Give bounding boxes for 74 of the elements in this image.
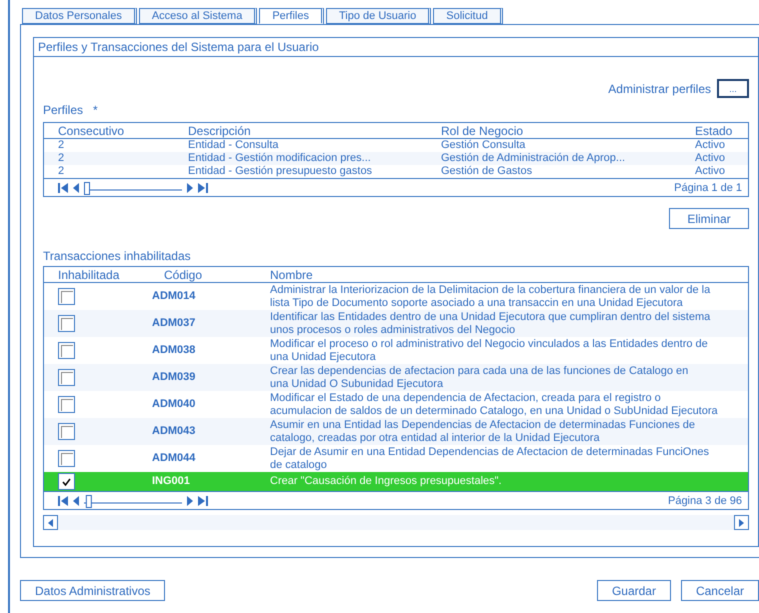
column-header: Nombre xyxy=(256,267,748,282)
table-cell: Crear "Causación de Ingresos presupuestales". xyxy=(256,472,748,491)
column-header: Estado xyxy=(681,123,748,138)
table-cell: Activo xyxy=(681,165,748,178)
page-indicator: Página 3 de 96 xyxy=(668,494,742,506)
table-cell: ADM039 xyxy=(150,364,256,391)
table-cell: ADM040 xyxy=(150,391,256,418)
admin-data-button[interactable]: Datos Administrativos xyxy=(20,580,166,601)
tab[interactable]: Acceso al Sistema xyxy=(138,8,258,24)
table-cell: Gestión de Administración de Aprop... xyxy=(427,152,681,165)
manage-profiles-button[interactable]: ... xyxy=(717,79,749,98)
tab[interactable]: Datos Personales xyxy=(22,8,137,24)
tab[interactable]: Tipo de Usuario xyxy=(326,8,432,24)
table-cell: ING001 xyxy=(150,472,256,491)
table-cell: Modificar el proceso o rol administrativo del Negocio vinculados a las Entidades dentro de una Unidad Ejecutora xyxy=(256,337,748,364)
checkbox[interactable] xyxy=(58,423,75,440)
delete-button[interactable]: Eliminar xyxy=(669,208,749,229)
table-cell: Gestión de Gastos xyxy=(427,165,681,178)
table-cell: ADM038 xyxy=(150,337,256,364)
checkbox[interactable] xyxy=(58,450,75,467)
table-cell: Entidad - Consulta xyxy=(174,138,427,152)
section-title: Perfiles y Transacciones del Sistema para el Usuario xyxy=(34,38,758,57)
table-cell: ADM037 xyxy=(150,310,256,337)
tab[interactable]: Perfiles xyxy=(259,8,324,24)
table-cell: Crear las dependencias de afectacion para cada una de las funciones de Catalogo en una Unidad O Subunidad Ejecutora xyxy=(256,364,748,391)
column-header: Descripción xyxy=(174,123,427,138)
checkbox[interactable] xyxy=(58,396,75,413)
checkbox[interactable] xyxy=(58,369,75,386)
tab[interactable]: Solicitud xyxy=(433,8,503,24)
checkbox[interactable] xyxy=(58,342,75,359)
footer-button[interactable]: Guardar xyxy=(596,580,671,601)
table-cell: ADM044 xyxy=(150,445,256,472)
manage-profiles-label: Administrar perfiles xyxy=(608,82,711,96)
scroll-right-icon[interactable] xyxy=(739,518,744,526)
page-indicator: Página 1 de 1 xyxy=(674,182,742,194)
table-cell: Asumir en una Entidad las Dependencias de Afectacion de determinadas Funciones de catalogo, creadas por otra entidad al interior de la Unidad Ejecutora xyxy=(256,418,748,445)
table-cell: Modificar el Estado de una dependencia de Afectacion, creada para el registro o acumulacion de saldos de un determinado Catalogo, en una Unidad o SubUnidad Ejecutora xyxy=(256,391,748,418)
scroll-left-icon[interactable] xyxy=(48,518,53,526)
table-cell: Administrar la Interiorizacion de la Delimitacion de la cobertura financiera de un valor de la lista Tipo de Documento soporte asociado a una transaccin en una Unidad Ejecutora xyxy=(256,282,748,310)
previous-page-icon[interactable] xyxy=(73,182,80,192)
table-cell: ADM043 xyxy=(150,418,256,445)
checkbox[interactable] xyxy=(58,288,75,305)
transactions-label: Transacciones inhabilitadas xyxy=(43,249,192,263)
first-page-icon[interactable] xyxy=(58,496,69,506)
column-header: Inhabilitada xyxy=(44,267,150,282)
table-cell: Activo xyxy=(681,152,748,165)
next-page-icon[interactable] xyxy=(186,496,193,506)
checkbox[interactable] xyxy=(58,473,75,490)
slider-thumb[interactable] xyxy=(86,494,92,508)
table-cell: ADM014 xyxy=(150,282,256,310)
last-page-icon[interactable] xyxy=(197,496,208,506)
table-cell: Identificar las Entidades dentro de una Unidad Ejecutora que cumpliran dentro del sistema unos procesos o roles administrativos del Negocio xyxy=(256,310,748,337)
table-cell: Entidad - Gestión modificacion pres... xyxy=(174,152,427,165)
required-mark: * xyxy=(93,103,98,117)
table-cell: Entidad - Gestión presupuesto gastos xyxy=(174,165,427,178)
footer-button[interactable]: Cancelar xyxy=(680,580,759,601)
slider-thumb[interactable] xyxy=(84,182,90,194)
table-cell: 2 xyxy=(44,165,174,178)
next-page-icon[interactable] xyxy=(186,182,193,192)
column-header: Código xyxy=(150,267,256,282)
column-header: Consecutivo xyxy=(44,123,174,138)
table-cell: 2 xyxy=(44,152,174,165)
table-cell: 2 xyxy=(44,138,174,152)
previous-page-icon[interactable] xyxy=(73,496,80,506)
table-cell: Gestión Consulta xyxy=(427,138,681,152)
table-cell: Activo xyxy=(681,138,748,152)
profiles-label: Perfiles xyxy=(43,103,84,117)
check-icon xyxy=(62,478,71,486)
checkbox[interactable] xyxy=(58,315,75,332)
column-header: Rol de Negocio xyxy=(427,123,681,138)
last-page-icon[interactable] xyxy=(197,182,208,192)
first-page-icon[interactable] xyxy=(58,182,69,192)
horizontal-scrollbar[interactable] xyxy=(43,515,749,530)
table-cell: Dejar de Asumir en una Entidad Dependencias de Afectacion de determinadas FunciOnes de catalogo xyxy=(256,445,748,472)
